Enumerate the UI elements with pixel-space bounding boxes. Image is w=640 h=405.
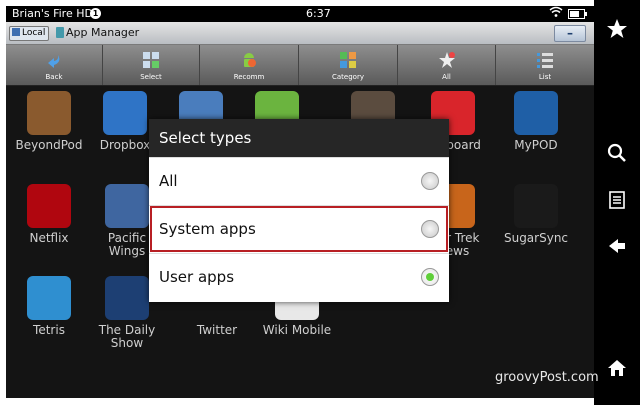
app-icon xyxy=(514,91,558,135)
app-label: Netflix xyxy=(29,231,69,245)
list-icon xyxy=(535,50,555,70)
menu-icon xyxy=(607,191,627,214)
recomm-button[interactable]: Recomm xyxy=(200,45,299,85)
app-manager-icon xyxy=(56,27,64,38)
star-icon xyxy=(606,19,628,44)
app-label: The Daily Show xyxy=(98,323,156,350)
back-button[interactable]: Back xyxy=(6,45,103,85)
watermark: groovyPost.com xyxy=(495,370,599,385)
option-label: All xyxy=(159,172,178,190)
list-button[interactable]: List xyxy=(496,45,594,85)
home-icon xyxy=(607,360,627,382)
app-icon xyxy=(27,276,71,320)
select-types-dialog: Select types All System apps User apps xyxy=(149,119,449,302)
recomm-label: Recomm xyxy=(233,73,265,81)
minimize-button[interactable]: – xyxy=(554,25,586,42)
back-nav-button[interactable] xyxy=(594,236,640,266)
device-frame: Brian's Fire HD 1 6:37 Local App Manager… xyxy=(0,0,640,405)
wifi-icon xyxy=(549,6,563,21)
app-icon-tile[interactable]: MyPOD xyxy=(500,91,572,152)
app-title: App Manager xyxy=(66,26,140,39)
android-icon xyxy=(239,50,259,70)
select-label: Select xyxy=(140,73,162,81)
category-icon xyxy=(338,50,358,70)
notification-badge[interactable]: 1 xyxy=(90,8,101,19)
app-title-bar: Local App Manager – xyxy=(6,22,594,45)
select-button[interactable]: Select xyxy=(103,45,200,85)
all-button[interactable]: All xyxy=(398,45,496,85)
toolbar: Back Select Recomm Category All List xyxy=(6,45,594,86)
all-label: All xyxy=(442,73,451,81)
app-icon xyxy=(105,276,149,320)
dialog-title: Select types xyxy=(149,119,449,157)
option-user-apps[interactable]: User apps xyxy=(149,253,449,301)
screen: Brian's Fire HD 1 6:37 Local App Manager… xyxy=(6,6,594,398)
option-label: System apps xyxy=(159,220,256,238)
option-system-apps[interactable]: System apps xyxy=(149,205,449,253)
option-label: User apps xyxy=(159,268,235,286)
favorites-button[interactable] xyxy=(594,18,640,48)
back-icon xyxy=(607,239,627,260)
search-button[interactable] xyxy=(594,143,640,173)
local-icon xyxy=(12,28,20,36)
app-label: MyPOD xyxy=(514,138,558,152)
app-icon xyxy=(103,91,147,135)
app-icon xyxy=(27,184,71,228)
app-label: Wiki Mobile xyxy=(262,323,332,337)
radio-button-selected[interactable] xyxy=(421,268,439,286)
back-label: Back xyxy=(45,73,63,81)
radio-button[interactable] xyxy=(421,172,439,190)
category-label: Category xyxy=(332,73,364,81)
app-label: Tetris xyxy=(33,323,65,337)
radio-button[interactable] xyxy=(421,220,439,238)
search-icon xyxy=(607,143,627,167)
local-label: Local xyxy=(22,28,46,38)
home-button[interactable] xyxy=(594,358,640,388)
option-all[interactable]: All xyxy=(149,157,449,205)
device-name: Brian's Fire HD xyxy=(12,7,93,20)
app-icon-tile[interactable]: Netflix xyxy=(13,184,85,245)
battery-icon xyxy=(568,9,587,19)
back-arrow-icon xyxy=(44,50,64,70)
category-button[interactable]: Category xyxy=(299,45,398,85)
star-icon xyxy=(437,50,457,70)
menu-button[interactable] xyxy=(594,190,640,220)
local-button[interactable]: Local xyxy=(9,26,50,41)
status-bar: Brian's Fire HD 1 6:37 xyxy=(6,6,594,22)
app-icon-tile[interactable]: Tetris xyxy=(13,276,85,337)
app-label: SugarSync xyxy=(503,231,569,245)
right-nav-rail xyxy=(594,0,640,405)
list-label: List xyxy=(538,73,552,81)
app-label: Twitter xyxy=(196,323,238,337)
app-icon xyxy=(27,91,71,135)
select-grid-icon xyxy=(141,50,161,70)
app-icon-tile[interactable]: SugarSync xyxy=(500,184,572,245)
app-icon xyxy=(514,184,558,228)
app-icon xyxy=(105,184,149,228)
app-icon-tile[interactable]: BeyondPod xyxy=(13,91,85,152)
app-label: BeyondPod xyxy=(15,138,83,152)
clock: 6:37 xyxy=(306,7,331,20)
